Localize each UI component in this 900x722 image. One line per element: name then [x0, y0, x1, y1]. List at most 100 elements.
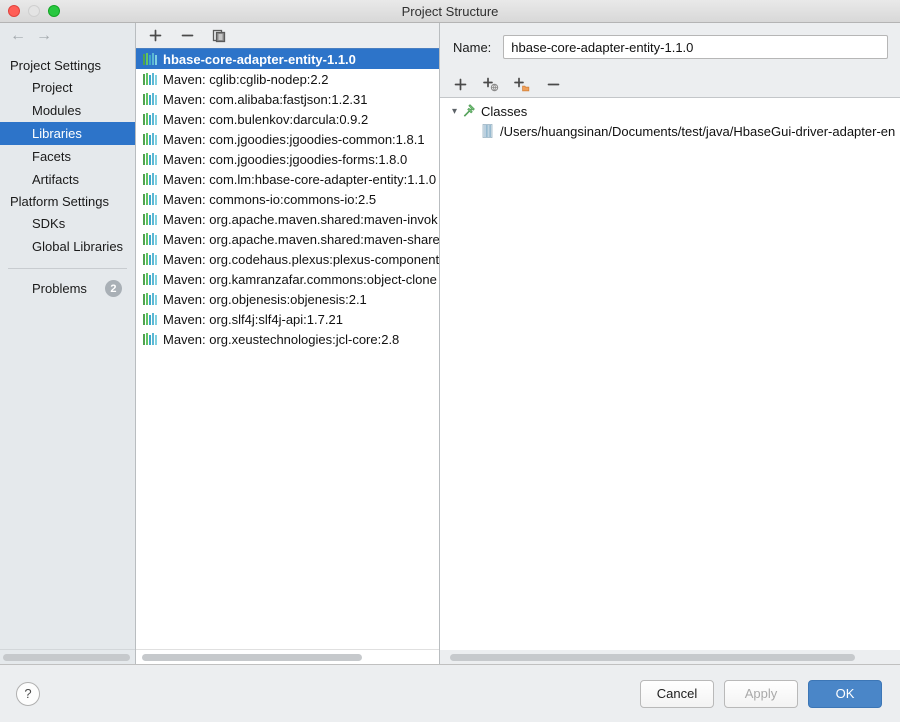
libraries-scrollbar-thumb[interactable] — [142, 654, 362, 661]
library-icon — [143, 92, 157, 105]
libraries-horizontal-scrollbar[interactable] — [136, 649, 439, 664]
tree-node-classpath-entry[interactable]: /Users/huangsinan/Documents/test/java/Hb… — [440, 121, 900, 141]
list-item[interactable]: Maven: com.lm:hbase-core-adapter-entity:… — [136, 169, 439, 189]
list-item-label: Maven: org.codehaus.plexus:plexus-compon… — [163, 251, 439, 267]
dialog-body: ← → Project Settings Project Modules Lib… — [0, 23, 900, 665]
add-root-button[interactable] — [451, 75, 469, 93]
list-item-label: Maven: com.alibaba:fastjson:1.2.31 — [163, 91, 368, 107]
list-item[interactable]: Maven: org.codehaus.plexus:plexus-compon… — [136, 249, 439, 269]
sidebar-scrollbar-thumb[interactable] — [3, 654, 130, 661]
library-name-label: Name: — [453, 39, 492, 55]
sidebar-item-sdks[interactable]: SDKs — [0, 212, 135, 235]
library-detail-panel: Name: hbase-core-adapter-entity-1.1.0 ▾ … — [440, 23, 900, 664]
list-item-label: Maven: com.jgoodies:jgoodies-common:1.8.… — [163, 131, 425, 147]
help-button[interactable]: ? — [16, 681, 40, 706]
list-item[interactable]: Maven: org.apache.maven.shared:maven-inv… — [136, 209, 439, 229]
sidebar-group-platform-settings: Platform Settings — [10, 194, 109, 209]
list-item[interactable]: hbase-core-adapter-entity-1.1.0 — [136, 49, 439, 69]
list-item-label: Maven: com.jgoodies:jgoodies-forms:1.8.0 — [163, 151, 408, 167]
sidebar-items: Project Settings Project Modules Librari… — [0, 49, 135, 664]
sidebar-divider — [8, 268, 127, 269]
copy-library-button[interactable] — [210, 27, 228, 45]
list-item-label: hbase-core-adapter-entity-1.1.0 — [163, 51, 356, 67]
sidebar-item-problems-label: Problems — [32, 281, 87, 296]
sidebar-item-problems[interactable]: Problems 2 — [0, 277, 135, 300]
sidebar-item-facets[interactable]: Facets — [0, 145, 135, 168]
remove-root-button[interactable] — [544, 75, 562, 93]
chevron-down-icon[interactable]: ▾ — [448, 106, 461, 117]
hammer-icon — [463, 104, 475, 117]
library-name-row: Name: — [440, 23, 900, 71]
list-item-label: Maven: org.objenesis:objenesis:2.1 — [163, 291, 367, 307]
ok-button[interactable]: OK — [808, 679, 882, 708]
maximize-button[interactable] — [48, 5, 60, 17]
library-icon — [143, 192, 157, 205]
list-item[interactable]: Maven: com.bulenkov:darcula:0.9.2 — [136, 109, 439, 129]
library-icon — [143, 72, 157, 85]
jar-icon — [482, 124, 493, 138]
list-item-label: Maven: commons-io:commons-io:2.5 — [163, 191, 377, 207]
library-roots-tree[interactable]: ▾ Classes /Users/huangsinan/Documents/te… — [440, 97, 900, 650]
list-item[interactable]: Maven: org.objenesis:objenesis:2.1 — [136, 289, 439, 309]
window-title: Project Structure — [401, 3, 499, 19]
arrow-right-icon[interactable]: → — [36, 28, 52, 44]
sidebar-group-project-settings: Project Settings — [10, 58, 102, 73]
problems-count-badge: 2 — [104, 280, 122, 297]
library-icon — [143, 52, 157, 65]
settings-sidebar: ← → Project Settings Project Modules Lib… — [0, 23, 136, 664]
list-item-label: Maven: cglib:cglib-nodep:2.2 — [163, 71, 329, 87]
project-structure-dialog: Project Structure ← → Project Settings P… — [0, 0, 900, 722]
library-name-input[interactable] — [503, 35, 888, 59]
minimize-button[interactable] — [28, 5, 40, 17]
tree-node-classpath-entry-label: /Users/huangsinan/Documents/test/java/Hb… — [500, 123, 896, 139]
list-item-label: Maven: org.xeustechnologies:jcl-core:2.8 — [163, 331, 400, 347]
sidebar-item-modules[interactable]: Modules — [0, 99, 135, 122]
remove-library-button[interactable] — [178, 27, 196, 45]
library-icon — [143, 312, 157, 325]
tree-node-classes[interactable]: ▾ Classes — [440, 101, 900, 121]
list-item[interactable]: Maven: com.alibaba:fastjson:1.2.31 — [136, 89, 439, 109]
library-roots-toolbar — [440, 71, 900, 97]
sidebar-item-project[interactable]: Project — [0, 76, 135, 99]
list-item[interactable]: Maven: org.xeustechnologies:jcl-core:2.8 — [136, 329, 439, 349]
libraries-panel: hbase-core-adapter-entity-1.1.0 Maven: c… — [136, 23, 440, 664]
apply-button: Apply — [724, 679, 798, 708]
sidebar-horizontal-scrollbar[interactable] — [0, 649, 135, 664]
detail-scrollbar-thumb[interactable] — [450, 654, 855, 661]
tree-node-classes-label: Classes — [481, 103, 528, 119]
arrow-left-icon[interactable]: ← — [10, 28, 26, 44]
list-item[interactable]: Maven: com.jgoodies:jgoodies-common:1.8.… — [136, 129, 439, 149]
add-javadoc-button[interactable] — [482, 75, 500, 93]
close-button[interactable] — [8, 5, 20, 17]
list-item-label: Maven: com.bulenkov:darcula:0.9.2 — [163, 111, 369, 127]
list-item-label: Maven: com.lm:hbase-core-adapter-entity:… — [163, 171, 437, 187]
list-item[interactable]: Maven: com.jgoodies:jgoodies-forms:1.8.0 — [136, 149, 439, 169]
library-icon — [143, 252, 157, 265]
library-icon — [143, 152, 157, 165]
list-item-label: Maven: org.apache.maven.shared:maven-sha… — [163, 231, 439, 247]
list-item[interactable]: Maven: commons-io:commons-io:2.5 — [136, 189, 439, 209]
cancel-button[interactable]: Cancel — [640, 679, 714, 708]
sidebar-item-artifacts[interactable]: Artifacts — [0, 168, 135, 191]
sidebar-item-global-libraries[interactable]: Global Libraries — [0, 235, 135, 258]
add-library-button[interactable] — [146, 27, 164, 45]
list-item[interactable]: Maven: org.apache.maven.shared:maven-sha… — [136, 229, 439, 249]
library-icon — [143, 212, 157, 225]
list-item-label: Maven: org.apache.maven.shared:maven-inv… — [163, 211, 438, 227]
library-icon — [143, 272, 157, 285]
list-item[interactable]: Maven: org.kamranzafar.commons:object-cl… — [136, 269, 439, 289]
list-item[interactable]: Maven: org.slf4j:slf4j-api:1.7.21 — [136, 309, 439, 329]
sidebar-item-libraries[interactable]: Libraries — [0, 122, 135, 145]
library-icon — [143, 172, 157, 185]
list-item[interactable]: Maven: cglib:cglib-nodep:2.2 — [136, 69, 439, 89]
add-sources-button[interactable] — [513, 75, 531, 93]
libraries-list[interactable]: hbase-core-adapter-entity-1.1.0 Maven: c… — [136, 49, 439, 649]
library-icon — [143, 132, 157, 145]
title-bar: Project Structure — [0, 0, 900, 23]
library-icon — [143, 292, 157, 305]
libraries-toolbar — [136, 23, 439, 49]
library-icon — [143, 232, 157, 245]
window-controls — [8, 0, 60, 22]
library-icon — [143, 332, 157, 345]
detail-horizontal-scrollbar[interactable] — [440, 650, 900, 664]
